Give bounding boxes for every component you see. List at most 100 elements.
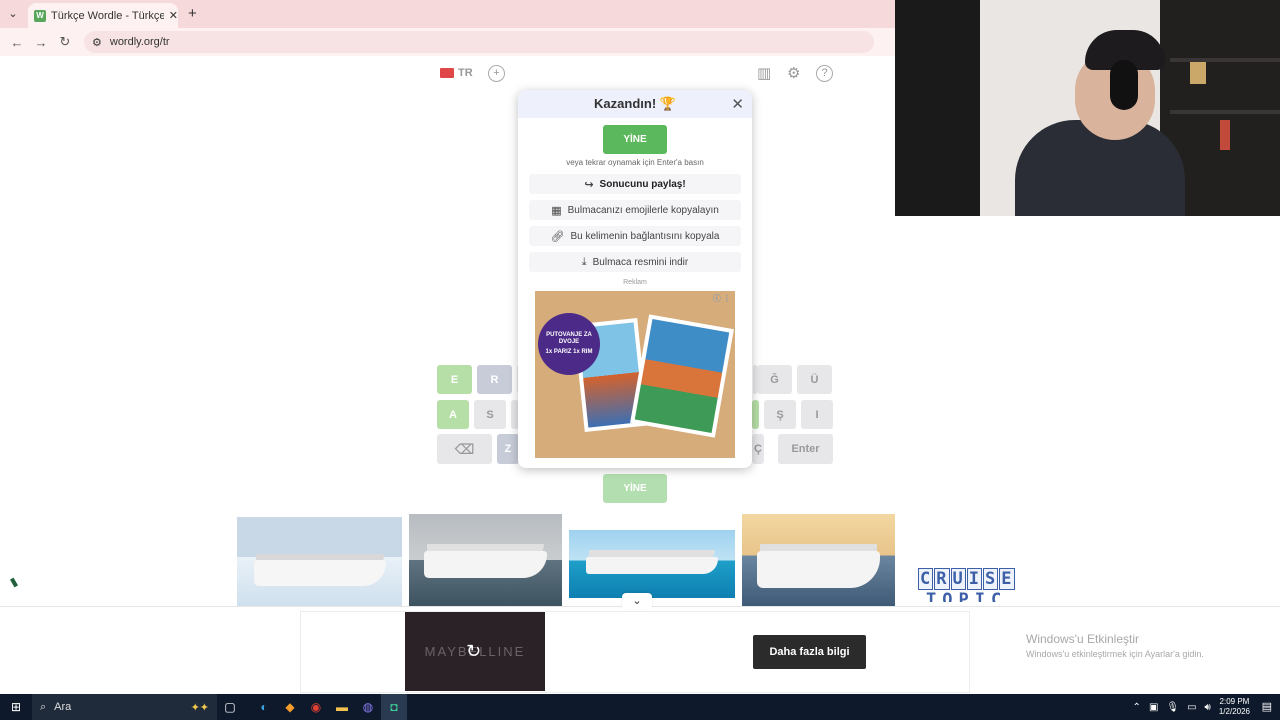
volume-icon[interactable]: 🔊︎ [1205,702,1211,713]
key[interactable]: Ç [752,434,764,464]
language-selector[interactable]: TR [440,64,473,82]
activation-subtitle: Windows'u etkinleştirmek için Ayarlar'a … [1026,649,1204,659]
play-again-button-bg[interactable]: YİNE [603,474,667,503]
key[interactable]: Ş [764,400,796,429]
key[interactable]: R [477,365,512,394]
chevron-down-icon[interactable]: ⌄ [622,593,652,609]
help-icon[interactable]: ? [816,64,833,82]
close-icon[interactable]: ✕ [731,95,744,113]
active-app-icon[interactable]: ◘ [381,694,407,720]
ship-image[interactable] [237,517,402,606]
logo-letter: I [966,568,982,590]
taskbar-search[interactable]: ⌕ Ara ✦✦ [32,694,217,720]
ship-image[interactable] [742,514,895,606]
dialog-title: Kazandın! 🏆 [518,90,752,118]
door-frame [895,0,980,216]
win-dialog: Kazandın! 🏆 ✕ YİNE veya tekrar oynamak i… [518,90,752,468]
clock-date: 1/2/2026 [1218,707,1250,716]
copy-emoji-button[interactable]: ▦ Bulmacanızı emojilerle kopyalayın [529,200,741,220]
logo-letter: S [983,568,999,590]
task-view-icon[interactable]: ▢ [217,694,243,720]
copy-emoji-label: Bulmacanızı emojilerle kopyalayın [567,204,719,216]
ad-badge-line1: PUTOVANJE ZA DVOJE [546,332,592,345]
browser-tab[interactable]: W Türkçe Wordle - Türkçe Kelime ✕ [28,3,178,28]
ad-info-icon[interactable]: ⓘ ⋮ [713,293,731,304]
edge-icon[interactable]: ◐ [251,694,277,720]
ad-frame [300,611,970,693]
stats-icon[interactable]: ▥ [757,64,771,82]
forward-icon[interactable]: → [34,35,48,50]
microphone-icon[interactable]: 🎙︎ [1166,702,1179,713]
logo-letter: R [934,568,950,590]
enter-hint: veya tekrar oynamak için Enter'a basın [566,158,704,167]
logo-letter: U [950,568,966,590]
replay-icon[interactable]: ↻ [466,641,481,662]
file-explorer-icon[interactable]: ▬ [329,694,355,720]
download-image-button[interactable]: ⤓ Bulmaca resmini indir [529,252,741,272]
share-result-button[interactable]: ↪ Sonucunu paylaş! [529,174,741,194]
key-partial[interactable] [752,400,759,429]
network-icon[interactable]: ▭ [1187,702,1196,713]
grid-icon: ▦ [551,204,562,217]
windows-activation-watermark: Windows'u Etkinleştir Windows'u etkinleş… [1026,632,1204,659]
windows-taskbar: ⊞ ⌕ Ara ✦✦ ▢ ◐ ◆ ◉ ▬ ◍ ◘ ⌃ ▣ 🎙︎ ▭ 🔊︎ 2:0… [0,694,1280,720]
logo-letter: C [918,568,934,590]
browser-tab-bar: ⌄ W Türkçe Wordle - Türkçe Kelime ✕ + [0,0,895,28]
turkey-flag-icon [440,68,454,78]
activation-title: Windows'u Etkinleştir [1026,632,1139,646]
reload-icon[interactable]: ↻ [58,34,72,50]
cruise-topic-logo[interactable]: CRUISE TOPIC [918,568,1016,602]
browser-toolbar: ← → ↻ ⚙ wordly.org/tr [0,28,895,56]
logo-letter: E [999,568,1015,590]
tray-app-icon[interactable]: ▣ [1149,702,1158,713]
chrome-icon[interactable]: ◉ [303,694,329,720]
search-placeholder: Ara [54,701,72,713]
add-icon[interactable]: + [488,64,505,82]
key[interactable]: A [437,400,469,429]
system-tray: ⌃ ▣ 🎙︎ ▭ 🔊︎ 2:09 PM 1/2/2026 [1133,694,1250,720]
enter-key[interactable]: Enter [778,434,833,464]
clock-time: 2:09 PM [1219,697,1250,706]
download-label: Bulmaca resmini indir [592,256,689,268]
copilot-icon[interactable]: ◆ [277,694,303,720]
notification-icon[interactable]: ▤ [1262,700,1272,713]
key[interactable]: Ğ [757,365,792,394]
ad-label: Reklam [623,279,647,286]
copy-link-label: Bu kelimenin bağlantısını kopyala [570,230,720,242]
tab-title: Türkçe Wordle - Türkçe Kelime [51,9,164,22]
cursor-mark [10,577,18,588]
clock[interactable]: 2:09 PM 1/2/2026 [1219,697,1250,717]
key[interactable]: S [474,400,506,429]
key[interactable]: Ü [797,365,832,394]
address-bar[interactable]: ⚙ wordly.org/tr [84,31,874,53]
key[interactable]: Z [497,434,519,464]
wordle-favicon-icon: W [34,9,46,22]
tab-search-chevron-icon[interactable]: ⌄ [4,5,22,23]
learn-more-button[interactable]: Daha fazla bilgi [753,635,866,669]
language-code: TR [458,67,473,79]
discord-icon[interactable]: ◍ [355,694,381,720]
webcam-overlay [895,0,1280,216]
key[interactable]: E [437,365,472,394]
play-again-button[interactable]: YİNE [603,125,667,154]
url-text: wordly.org/tr [109,36,170,48]
back-icon[interactable]: ← [10,35,24,50]
backspace-icon[interactable]: ⌫ [437,434,492,464]
ship-image[interactable] [409,514,562,606]
share-icon: ↪ [584,178,594,191]
settings-gear-icon[interactable]: ⚙ [787,64,800,82]
download-icon: ⤓ [581,255,587,268]
new-tab-icon[interactable]: + [188,5,197,22]
tray-chevron-up-icon[interactable]: ⌃ [1133,702,1141,713]
close-tab-icon[interactable]: ✕ [169,9,178,22]
ad-badge: PUTOVANJE ZA DVOJE 1x PARIZ 1x RIM [538,313,600,375]
key[interactable]: I [801,400,833,429]
site-info-icon[interactable]: ⚙ [92,36,102,49]
copilot-sparkle-icon: ✦✦ [190,701,209,714]
windows-start-icon[interactable]: ⊞ [0,694,32,720]
ship-image[interactable] [569,530,735,598]
copy-link-button[interactable]: 🔗︎ Bu kelimenin bağlantısını kopyala [529,226,741,246]
travel-ad[interactable]: PUTOVANJE ZA DVOJE 1x PARIZ 1x RIM ⓘ ⋮ [535,291,735,458]
search-icon: ⌕ [40,700,47,713]
ad-badge-line2: 1x PARIZ 1x RIM [545,349,593,355]
